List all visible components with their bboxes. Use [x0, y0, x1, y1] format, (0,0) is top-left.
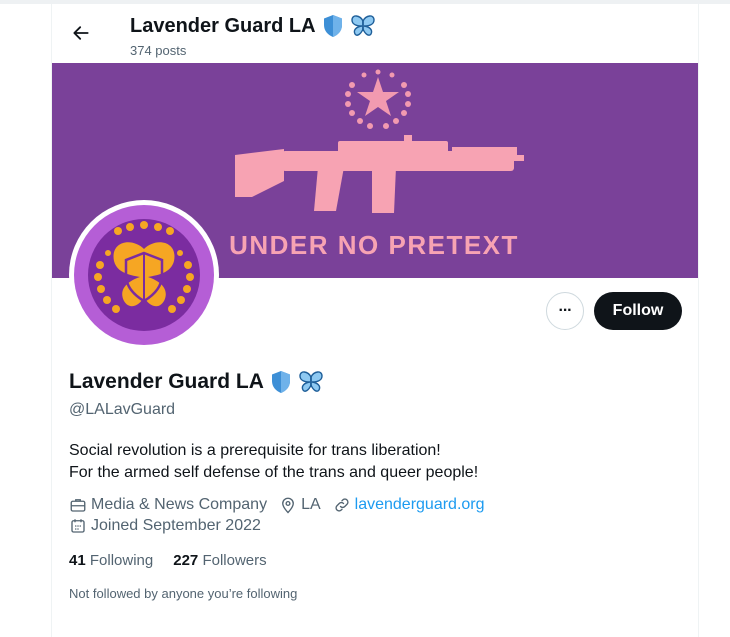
shield-icon — [271, 371, 290, 393]
profile-display-name: Lavender Guard LA — [69, 370, 264, 393]
profile-location: LA — [279, 496, 321, 514]
follow-button[interactable]: Follow — [594, 292, 682, 330]
avatar-emblem-icon — [74, 205, 214, 345]
following-stat[interactable]: 41 Following — [69, 552, 153, 569]
joined-label: Joined September 2022 — [91, 517, 261, 534]
rifle-icon — [235, 135, 524, 213]
header-title: Lavender Guard LA — [130, 14, 376, 38]
profile-category: Media & News Company — [69, 496, 267, 514]
header-post-count: 374 posts — [130, 43, 187, 58]
following-label: Following — [89, 552, 154, 569]
butterfly-icon — [299, 371, 323, 392]
butterfly-icon — [350, 15, 375, 36]
joined-date: Joined September 2022 — [69, 517, 261, 535]
shield-icon — [323, 15, 342, 37]
location-pin-icon — [282, 497, 295, 514]
profile-stats: 41 Following 227 Followers — [69, 552, 267, 569]
link-icon — [335, 498, 349, 512]
followers-count: 227 — [173, 552, 199, 569]
profile-meta: Media & News Company LA lavenderguard.or… — [69, 496, 497, 514]
following-count: 41 — [69, 552, 86, 569]
arrow-left-icon — [73, 26, 89, 40]
profile-joined: Joined September 2022 — [69, 517, 273, 535]
banner-text: UNDER NO PRETEXT — [229, 230, 519, 260]
more-icon: ··· — [558, 302, 573, 319]
profile-handle: @LALavGuard — [69, 401, 176, 418]
location-label: LA — [301, 496, 321, 513]
followers-label: Followers — [202, 552, 267, 569]
header-name: Lavender Guard LA — [130, 14, 316, 37]
profile-website[interactable]: lavenderguard.org — [333, 496, 485, 514]
profile-bio: Social revolution is a prerequisite for … — [69, 440, 478, 484]
category-label: Media & News Company — [91, 496, 268, 513]
profile-name: Lavender Guard LA — [69, 370, 324, 394]
profile-header: Lavender Guard LA 374 posts — [52, 4, 698, 62]
bio-line: For the armed self defense of the trans … — [69, 464, 479, 481]
calendar-icon — [71, 519, 85, 533]
profile-column: Lavender Guard LA 374 posts UNDER NO PRE… — [51, 4, 699, 637]
more-options-button[interactable]: ··· — [546, 292, 584, 330]
not-followed-notice: Not followed by anyone you’re following — [69, 586, 298, 601]
website-link[interactable]: lavenderguard.org — [355, 496, 485, 514]
back-button[interactable] — [68, 20, 94, 46]
bio-line: Social revolution is a prerequisite for … — [69, 442, 441, 459]
briefcase-icon — [70, 499, 86, 512]
followers-stat[interactable]: 227 Followers — [173, 552, 266, 569]
star-wreath-icon — [345, 69, 411, 129]
profile-avatar[interactable] — [69, 200, 219, 350]
